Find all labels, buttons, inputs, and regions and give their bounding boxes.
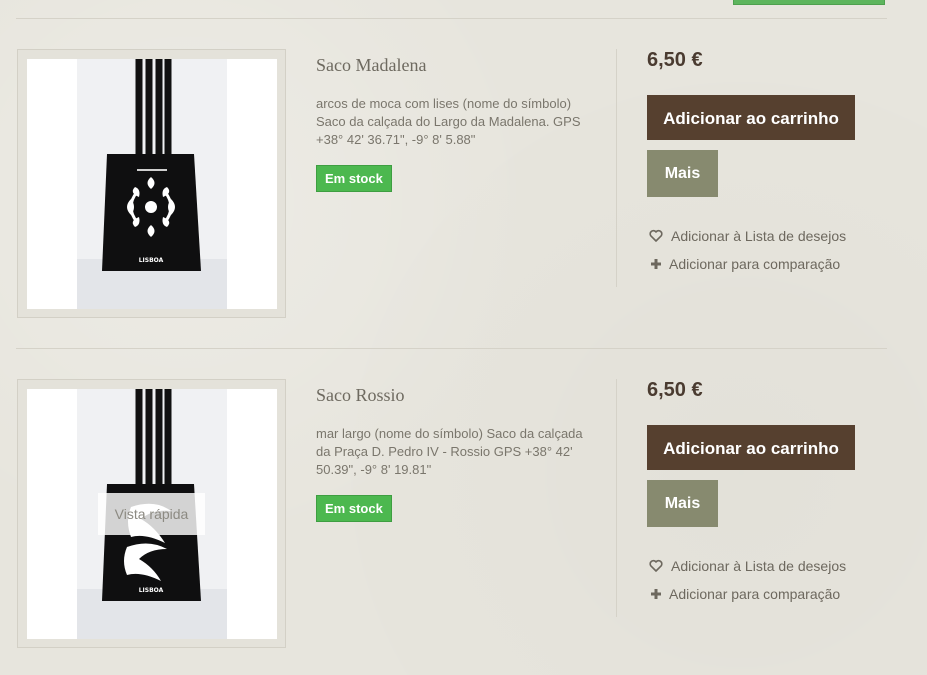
wishlist-label: Adicionar à Lista de desejos bbox=[671, 558, 847, 574]
product-image[interactable]: LISBOA bbox=[27, 59, 277, 309]
compare-label: Adicionar para comparação bbox=[669, 256, 841, 272]
product-item-rossio: LISBOA Vista rápida Saco Rossio mar larg… bbox=[16, 379, 887, 650]
add-to-cart-button[interactable]: Adicionar ao carrinho bbox=[647, 425, 855, 470]
product-name[interactable]: Saco Rossio bbox=[316, 385, 405, 406]
product-description: arcos de moca com lises (nome do símbolo… bbox=[316, 96, 581, 147]
stock-badge: Em stock bbox=[316, 165, 392, 192]
add-to-cart-button[interactable]: Adicionar ao carrinho bbox=[647, 95, 855, 140]
divider bbox=[16, 18, 887, 19]
bag-brand-text: LISBOA bbox=[139, 257, 164, 264]
wishlist-label: Adicionar à Lista de desejos bbox=[671, 228, 847, 244]
heart-icon bbox=[649, 229, 663, 243]
product-price: 6,50 € bbox=[647, 49, 703, 71]
quick-view-button[interactable]: Vista rápida bbox=[98, 493, 205, 535]
product-image-frame[interactable]: LISBOA bbox=[17, 49, 286, 318]
tote-bag-madalena-image: LISBOA bbox=[27, 59, 277, 309]
add-to-wishlist-link[interactable]: Adicionar à Lista de desejos bbox=[649, 228, 846, 244]
divider bbox=[16, 348, 887, 349]
plus-icon bbox=[649, 257, 663, 271]
product-image-frame[interactable]: LISBOA Vista rápida bbox=[17, 379, 286, 648]
more-button[interactable]: Mais bbox=[647, 480, 718, 527]
product-price: 6,50 € bbox=[647, 379, 703, 401]
bag-brand-text: LISBOA bbox=[139, 587, 164, 594]
stock-badge: Em stock bbox=[316, 495, 392, 522]
vertical-divider bbox=[616, 379, 617, 617]
product-description: mar largo (nome do símbolo) Saco da calç… bbox=[316, 426, 583, 477]
add-to-wishlist-link[interactable]: Adicionar à Lista de desejos bbox=[649, 558, 846, 574]
add-to-compare-link[interactable]: Adicionar para comparação bbox=[649, 586, 840, 602]
vertical-divider bbox=[616, 49, 617, 287]
top-green-button-edge[interactable] bbox=[733, 0, 885, 5]
compare-label: Adicionar para comparação bbox=[669, 586, 841, 602]
more-button[interactable]: Mais bbox=[647, 150, 718, 197]
plus-icon bbox=[649, 587, 663, 601]
heart-icon bbox=[649, 559, 663, 573]
product-name[interactable]: Saco Madalena bbox=[316, 55, 426, 76]
add-to-compare-link[interactable]: Adicionar para comparação bbox=[649, 256, 840, 272]
product-item-madalena: LISBOA Saco Madalena arcos de moca com l… bbox=[16, 49, 887, 320]
product-image[interactable]: LISBOA Vista rápida bbox=[27, 389, 277, 639]
